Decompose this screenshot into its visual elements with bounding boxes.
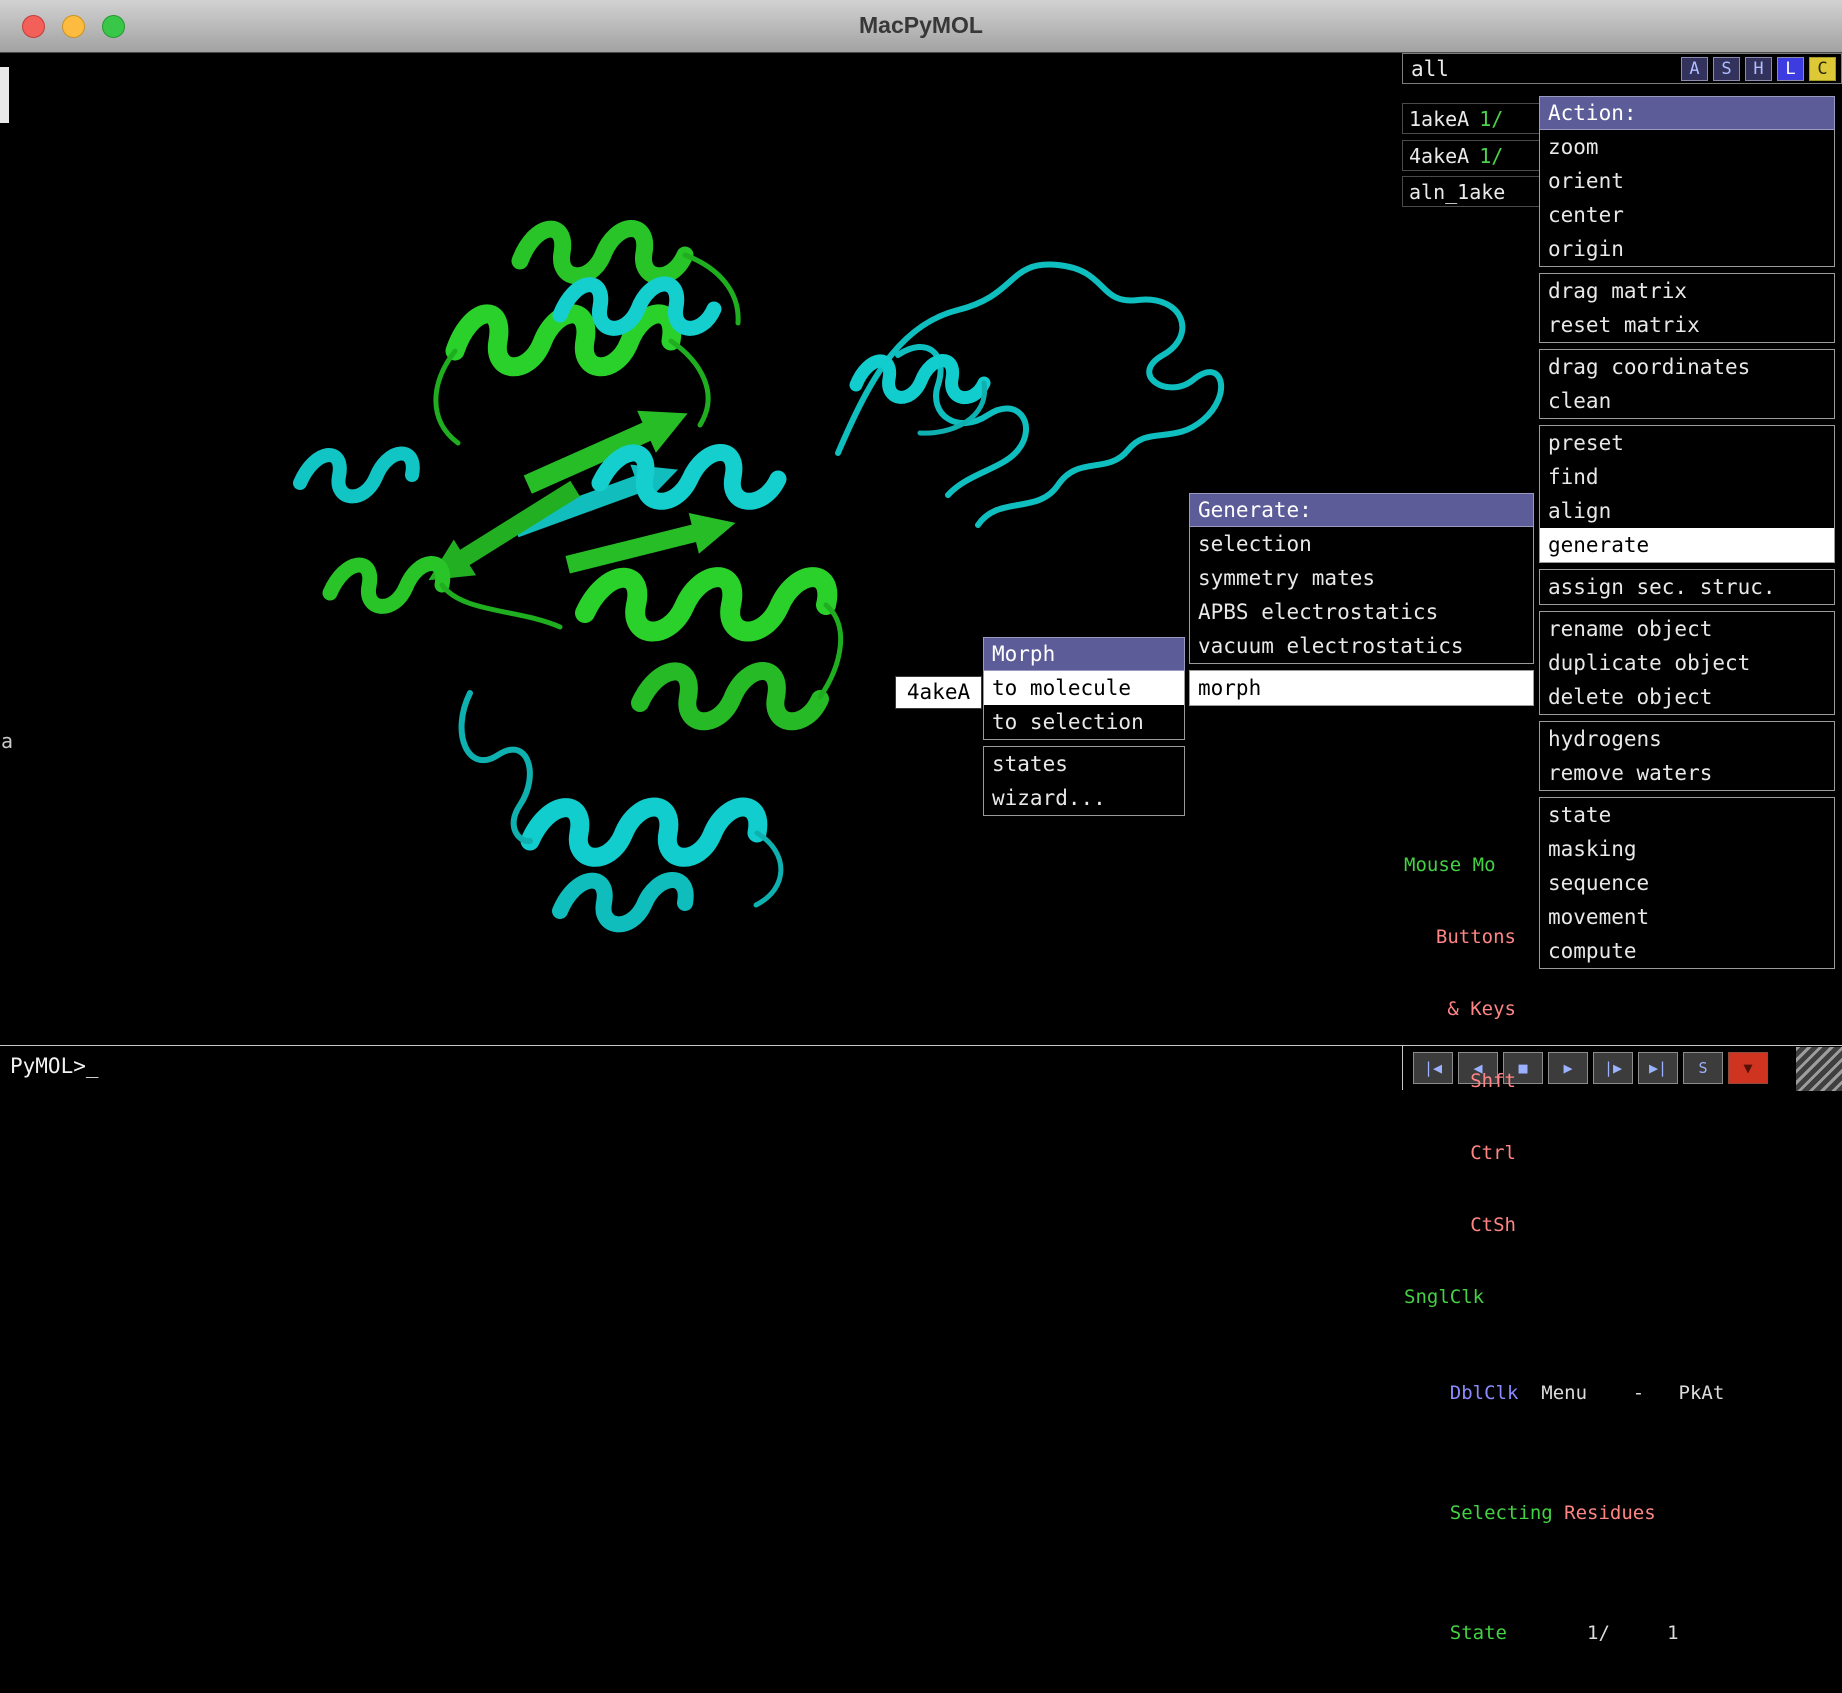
action-group-matrix: drag matrix reset matrix [1539,273,1835,343]
mouse-dblclk-values: Menu - PkAt [1518,1382,1724,1404]
menu-item-state[interactable]: state [1540,798,1834,832]
object-state: 1/ [1479,107,1503,131]
ashlc-buttons: A S H L C [1681,57,1841,81]
menu-item-states[interactable]: states [984,747,1184,781]
action-group-chem: hydrogens remove waters [1539,721,1835,791]
background-window-artifact [0,67,9,123]
show-menu-button[interactable]: S [1713,57,1740,81]
menu-item-orient[interactable]: orient [1540,164,1834,198]
action-group-coords: drag coordinates clean [1539,349,1835,419]
generate-menu-title: Generate: [1189,493,1534,527]
morph-group-target: to molecule to selection [983,671,1185,740]
menu-item-apbs-electrostatics[interactable]: APBS electrostatics [1190,595,1533,629]
menu-item-assign-sec-struc[interactable]: assign sec. struc. [1540,570,1834,604]
menu-item-rename-object[interactable]: rename object [1540,612,1834,646]
mouse-ctsh-label: CtSh [1404,1213,1516,1237]
selecting-value: Residues [1553,1502,1656,1524]
object-name: aln_1ake [1409,180,1505,204]
command-line-input[interactable]: PyMOL>_ [10,1054,99,1078]
menu-item-morph-target-4akeA[interactable]: 4akeA [895,676,982,709]
object-row-4akeA[interactable]: 4akeA 1/ [1402,140,1542,171]
window-title: MacPyMOL [0,12,1842,39]
menu-item-compute[interactable]: compute [1540,934,1834,968]
action-group-secstruc: assign sec. struc. [1539,569,1835,605]
menu-item-vacuum-electrostatics[interactable]: vacuum electrostatics [1190,629,1533,663]
mouse-ctrl-label: Ctrl [1404,1141,1516,1165]
object-all-label[interactable]: all [1403,57,1681,81]
menu-item-masking[interactable]: masking [1540,832,1834,866]
action-group-tools: preset find align generate [1539,425,1835,563]
menu-item-drag-matrix[interactable]: drag matrix [1540,274,1834,308]
menu-item-align[interactable]: align [1540,494,1834,528]
morph-group-options: states wizard... [983,746,1185,816]
menu-item-zoom[interactable]: zoom [1540,130,1834,164]
menu-item-preset[interactable]: preset [1540,426,1834,460]
label-menu-button[interactable]: L [1777,57,1804,81]
menu-item-symmetry-mates[interactable]: symmetry mates [1190,561,1533,595]
mouse-dblclk-row: DblClk Menu - PkAt [1404,1357,1842,1429]
menu-item-origin[interactable]: origin [1540,232,1834,266]
action-group-object: rename object duplicate object delete ob… [1539,611,1835,715]
selecting-row[interactable]: Selecting Residues [1404,1477,1842,1549]
morph-menu: Morph to molecule to selection states wi… [983,637,1185,816]
mouse-shft-label: Shft [1404,1069,1516,1093]
action-menu-button[interactable]: A [1681,57,1708,81]
object-row-1akeA[interactable]: 1akeA 1/ [1402,103,1542,134]
menu-item-drag-coordinates[interactable]: drag coordinates [1540,350,1834,384]
menu-item-hydrogens[interactable]: hydrogens [1540,722,1834,756]
menu-item-movement[interactable]: movement [1540,900,1834,934]
object-name: 1akeA [1409,107,1469,131]
mouse-snglclk-label: SnglClk [1404,1285,1842,1309]
menu-item-to-selection[interactable]: to selection [984,705,1184,739]
state-value: 1/ 1 [1507,1622,1679,1644]
menu-item-clean[interactable]: clean [1540,384,1834,418]
action-group-misc: state masking sequence movement compute [1539,797,1835,969]
menu-item-wizard[interactable]: wizard... [984,781,1184,815]
state-label: State [1450,1622,1507,1644]
action-menu: Action: zoom orient center origin drag m… [1539,96,1835,969]
menu-item-delete-object[interactable]: delete object [1540,680,1834,714]
menu-item-reset-matrix[interactable]: reset matrix [1540,308,1834,342]
hide-menu-button[interactable]: H [1745,57,1772,81]
action-menu-title: Action: [1539,96,1835,130]
object-panel-header: all A S H L C [1402,53,1842,84]
object-state: 1/ [1479,144,1503,168]
menu-item-find[interactable]: find [1540,460,1834,494]
menu-item-sequence[interactable]: sequence [1540,866,1834,900]
mouse-buttons-label: Buttons [1404,925,1516,949]
menu-item-to-molecule[interactable]: to molecule [984,671,1184,705]
generate-group-main: selection symmetry mates APBS electrosta… [1189,527,1534,664]
menu-item-generate[interactable]: generate [1540,528,1834,562]
morph-menu-title: Morph [983,637,1185,671]
menu-item-center[interactable]: center [1540,198,1834,232]
menu-item-morph[interactable]: morph [1190,671,1533,705]
edge-artifact-text: a [1,729,13,753]
object-name: 4akeA [1409,144,1469,168]
mouse-dblclk-label: DblClk [1450,1382,1519,1404]
state-row[interactable]: State 1/ 1 [1404,1597,1842,1669]
object-row-aln-1ake[interactable]: aln_1ake [1402,176,1542,207]
menu-item-duplicate-object[interactable]: duplicate object [1540,646,1834,680]
color-menu-button[interactable]: C [1809,57,1836,81]
menu-item-selection[interactable]: selection [1190,527,1533,561]
generate-menu: Generate: selection symmetry mates APBS … [1189,493,1534,706]
generate-group-morph: morph [1189,670,1534,706]
mouse-keys-label: & Keys [1404,997,1516,1021]
action-group-view: zoom orient center origin [1539,130,1835,267]
selecting-label: Selecting [1450,1502,1553,1524]
menu-item-remove-waters[interactable]: remove waters [1540,756,1834,790]
titlebar: MacPyMOL [0,0,1842,53]
